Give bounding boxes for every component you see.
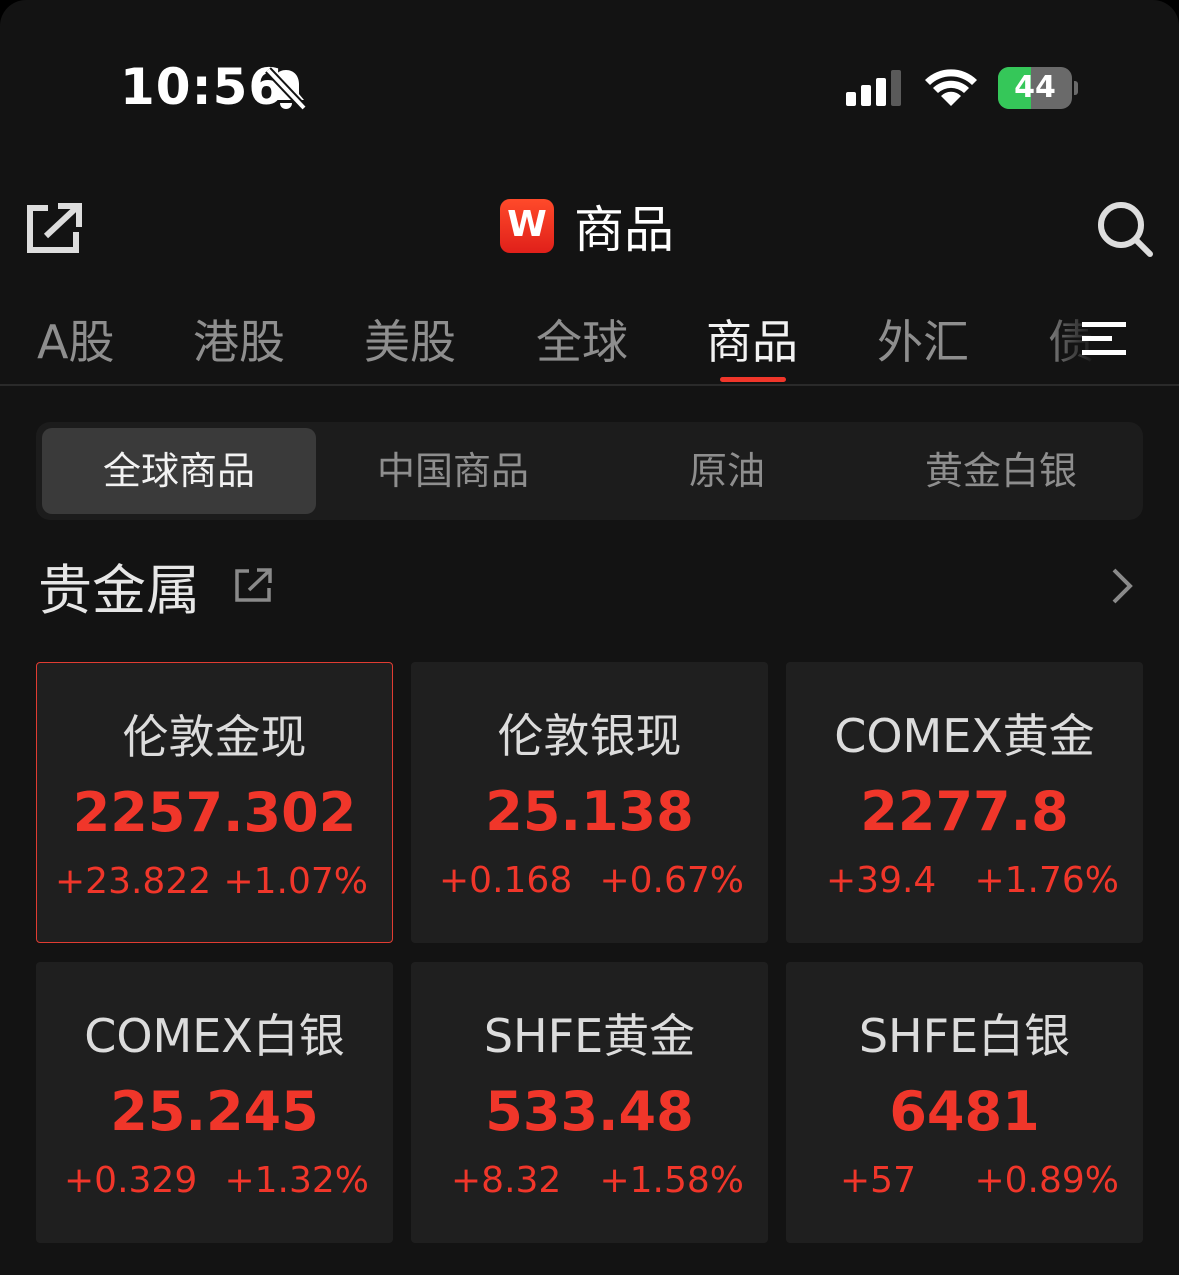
bell-muted-icon: [265, 67, 307, 111]
market-tabs: A股 港股 美股 全球 商品 外汇 债: [0, 306, 1179, 384]
quote-price: 25.138: [485, 780, 694, 843]
quote-price: 2277.8: [860, 780, 1069, 843]
tab-commodities[interactable]: 商品: [706, 306, 798, 372]
quote-change: +8.32: [451, 1160, 562, 1201]
quote-card-comex-silver[interactable]: COMEX白银 25.245 +0.329 +1.32%: [36, 962, 393, 1243]
tab-hk-stocks[interactable]: 港股: [193, 306, 285, 372]
search-icon[interactable]: [1096, 200, 1154, 258]
quote-card-london-silver[interactable]: 伦敦银现 25.138 +0.168 +0.67%: [411, 662, 768, 943]
quote-change: +0.329: [64, 1160, 198, 1201]
quote-price: 2257.302: [72, 781, 357, 844]
menu-icon[interactable]: [1082, 320, 1126, 358]
share-icon[interactable]: [234, 566, 274, 604]
chevron-right-icon[interactable]: [1106, 566, 1136, 606]
app-logo: W: [500, 199, 554, 253]
quote-change: +39.4: [826, 860, 937, 901]
active-tab-indicator: [720, 377, 786, 382]
battery-percent: 44: [1014, 70, 1056, 105]
tab-global[interactable]: 全球: [536, 306, 628, 372]
quote-card-london-gold[interactable]: 伦敦金现 2257.302 +23.822 +1.07%: [36, 662, 393, 943]
app-screen: 10:56 44 W 商品 A股 港股 美股 全球 商品 外汇 全球商品 中国商…: [0, 0, 1179, 1275]
commodity-segment-control: 全球商品 中国商品 原油 黄金白银: [36, 422, 1143, 520]
quote-price: 533.48: [485, 1080, 694, 1143]
quote-change-percent: +1.07%: [223, 861, 368, 902]
quote-change-percent: +0.89%: [974, 1160, 1119, 1201]
quote-name: 伦敦银现: [497, 709, 682, 763]
wifi-icon: [925, 69, 977, 106]
quote-change-percent: +1.32%: [224, 1160, 369, 1201]
segment-global-commodities[interactable]: 全球商品: [42, 428, 316, 514]
segment-china-commodities[interactable]: 中国商品: [316, 428, 590, 514]
segment-gold-silver[interactable]: 黄金白银: [864, 428, 1138, 514]
quote-card-shfe-gold[interactable]: SHFE黄金 533.48 +8.32 +1.58%: [411, 962, 768, 1243]
quote-change: +57: [840, 1160, 916, 1201]
battery-indicator: 44: [998, 67, 1078, 109]
share-icon[interactable]: [24, 200, 84, 256]
quote-name: COMEX白银: [84, 1009, 345, 1063]
section-title[interactable]: 贵金属: [38, 546, 200, 625]
tab-us-stocks[interactable]: 美股: [364, 306, 456, 372]
tab-forex[interactable]: 外汇: [877, 306, 969, 372]
status-time: 10:56: [120, 58, 285, 116]
quote-change-percent: +1.76%: [974, 860, 1119, 901]
quote-name: SHFE白银: [858, 1009, 1071, 1063]
quote-name: SHFE黄金: [483, 1009, 696, 1063]
page-title: 商品: [574, 201, 674, 259]
quote-card-comex-gold[interactable]: COMEX黄金 2277.8 +39.4 +1.76%: [786, 662, 1143, 943]
tab-divider: [0, 384, 1179, 386]
quote-name: COMEX黄金: [834, 709, 1095, 763]
quote-change-percent: +0.67%: [599, 860, 744, 901]
quote-name: 伦敦金现: [122, 710, 307, 764]
quote-change-percent: +1.58%: [599, 1160, 744, 1201]
cellular-signal-icon: [846, 70, 901, 106]
quote-price: 6481: [889, 1080, 1040, 1143]
quote-price: 25.245: [110, 1080, 319, 1143]
quote-change: +0.168: [439, 860, 573, 901]
segment-crude-oil[interactable]: 原油: [590, 428, 864, 514]
quote-card-shfe-silver[interactable]: SHFE白银 6481 +57 +0.89%: [786, 962, 1143, 1243]
quote-change: +23.822: [55, 861, 212, 902]
header-title-group: W 商品: [500, 196, 674, 259]
tab-a-shares[interactable]: A股: [37, 306, 114, 372]
